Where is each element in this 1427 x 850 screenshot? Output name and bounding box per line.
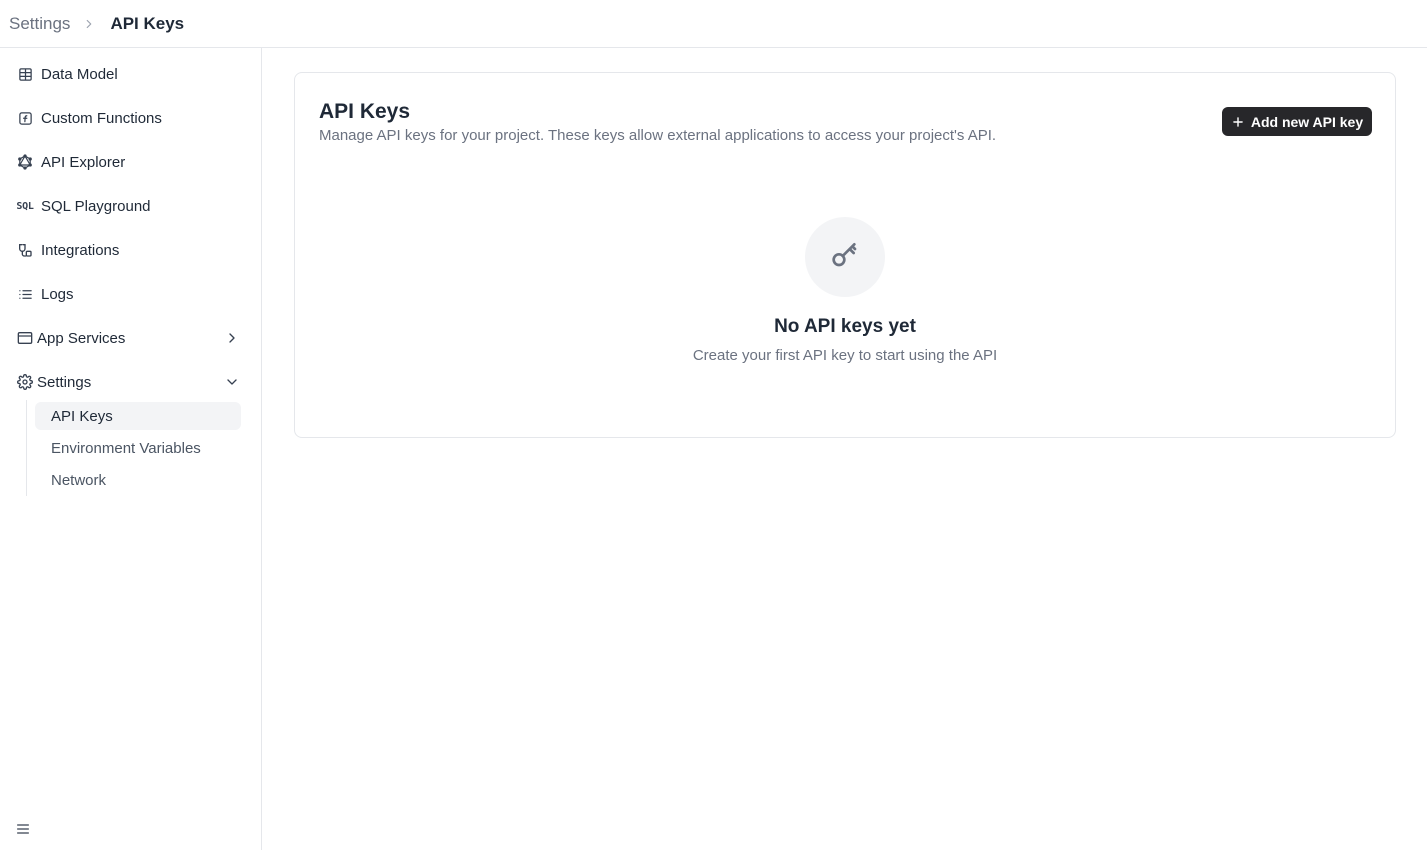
sidebar-item-app-services[interactable]: App Services (0, 321, 262, 355)
api-keys-card: API Keys Manage API keys for your projec… (294, 72, 1396, 438)
sidebar-subitem-environment-variables[interactable]: Environment Variables (35, 434, 241, 462)
sidebar-item-label: API Explorer (41, 153, 126, 171)
sidebar-item-settings[interactable]: Settings (0, 365, 262, 399)
empty-state-title: No API keys yet (774, 316, 916, 337)
sidebar-item-label: Logs (41, 285, 74, 303)
empty-state-key-circle (805, 217, 885, 297)
plus-icon (1231, 115, 1245, 129)
empty-state-subtitle: Create your first API key to start using… (692, 347, 998, 364)
chevron-down-icon (224, 374, 240, 390)
sidebar-item-data-model[interactable]: Data Model (0, 57, 262, 91)
sidebar-item-api-explorer[interactable]: API Explorer (0, 145, 262, 179)
gear-icon (17, 374, 33, 390)
integrations-icon (17, 242, 33, 258)
sidebar-subitem-api-keys[interactable]: API Keys (35, 402, 241, 430)
page-description: Manage API keys for your project. These … (319, 127, 997, 144)
sql-icon: SQL (16, 200, 34, 212)
key-icon (829, 239, 861, 276)
sidebar-item-integrations[interactable]: Integrations (0, 233, 262, 267)
breadcrumb-current: API Keys (110, 13, 185, 33)
sidebar-item-logs[interactable]: Logs (0, 277, 262, 311)
sidebar-item-label: SQL Playground (41, 197, 151, 215)
sidebar-item-label: Settings (37, 373, 92, 391)
breadcrumb: Settings API Keys (0, 0, 1427, 48)
function-icon (17, 110, 33, 126)
collapse-sidebar-icon[interactable] (15, 821, 31, 837)
page-title: API Keys (319, 100, 411, 123)
breadcrumb-settings[interactable]: Settings (9, 14, 70, 34)
app-window-icon (17, 330, 33, 346)
sidebar-subitem-network[interactable]: Network (35, 466, 241, 494)
sidebar-item-label: Custom Functions (41, 109, 162, 127)
add-api-key-button[interactable]: Add new API key (1222, 107, 1372, 136)
sidebar-item-label: App Services (37, 329, 126, 347)
settings-subnav: API Keys Environment Variables Network (26, 400, 246, 496)
chevron-right-icon (82, 17, 96, 31)
sidebar: Data Model Custom Functions API Explorer… (0, 48, 262, 850)
chevron-right-icon (224, 330, 240, 346)
sidebar-item-custom-functions[interactable]: Custom Functions (0, 101, 262, 135)
table-icon (17, 66, 33, 82)
sidebar-item-sql-playground[interactable]: SQL SQL Playground (0, 189, 262, 223)
add-api-key-label: Add new API key (1250, 113, 1364, 130)
sidebar-item-label: Integrations (41, 241, 120, 259)
sidebar-item-label: Data Model (41, 65, 118, 83)
list-icon (17, 286, 33, 302)
graphql-icon (17, 154, 33, 170)
